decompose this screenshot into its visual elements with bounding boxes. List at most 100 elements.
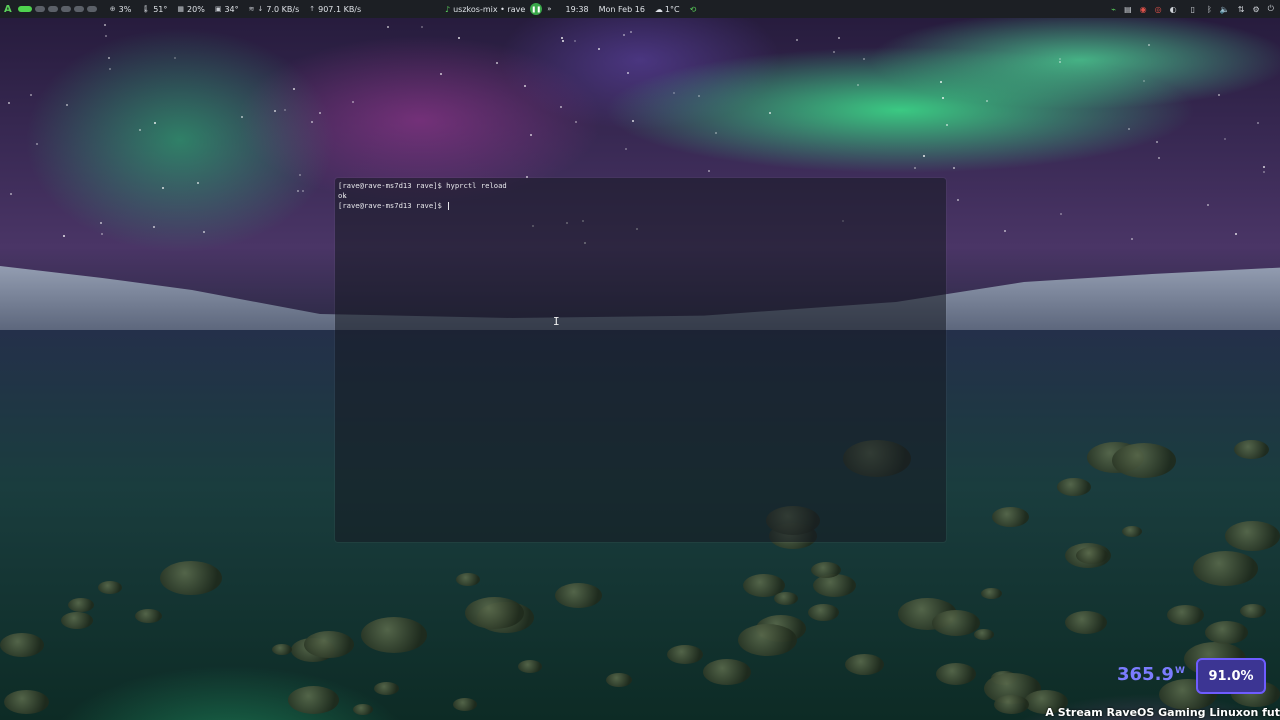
star <box>302 190 304 192</box>
gpu-temperature[interactable]: ▣ 34° <box>215 5 239 14</box>
star <box>105 35 107 37</box>
power-readout: 365.9W <box>1117 664 1185 685</box>
workspace-3[interactable] <box>47 6 58 12</box>
cpu-temp-value: 51° <box>153 4 168 14</box>
network-icon[interactable]: ⇅ <box>1238 5 1245 14</box>
power-icon[interactable]: ⏻ <box>1268 4 1274 14</box>
mouse-ibeam-cursor: I <box>553 315 560 328</box>
star <box>940 81 942 83</box>
settings-icon[interactable]: ⚙ <box>1253 5 1260 14</box>
memory-value: 20% <box>187 4 205 14</box>
rock <box>61 612 93 629</box>
star <box>8 102 10 104</box>
clipboard-icon[interactable]: ▯ <box>1191 5 1195 14</box>
star <box>1158 157 1160 159</box>
workspace-6[interactable] <box>86 6 97 12</box>
memory-usage[interactable]: ▦ 20% <box>177 5 204 14</box>
clock-date[interactable]: Mon Feb 16 <box>599 5 645 14</box>
star <box>496 62 498 64</box>
percent-badge: 91.0% <box>1196 658 1266 694</box>
star <box>1060 213 1062 215</box>
topbar-center: ♪ uszkos-mix • rave ❚❚ » 19:38 Mon Feb 1… <box>445 0 696 18</box>
star <box>598 48 600 50</box>
star <box>627 72 629 74</box>
star <box>630 31 632 33</box>
tray-window-icon[interactable]: ▤ <box>1124 5 1132 14</box>
star <box>857 84 859 86</box>
star <box>293 88 295 90</box>
rock <box>1205 621 1248 644</box>
system-tray: ⌁ ▤ ◉ ◎ ◐ ▯ ᛒ 🔈 ⇅ ⚙ ⏻ <box>1103 0 1274 18</box>
rock <box>1057 478 1091 496</box>
terminal-prompt[interactable]: [rave@rave-ms7d13 rave]$ <box>338 201 943 211</box>
star <box>10 193 12 195</box>
workspace-5[interactable] <box>73 6 84 12</box>
network-upload[interactable]: ↑ 907.1 KB/s <box>309 5 361 14</box>
rock <box>974 629 994 640</box>
bluetooth-icon[interactable]: ᛒ <box>1207 5 1212 14</box>
terminal-window[interactable]: [rave@rave-ms7d13 rave]$ hyprctl reload … <box>335 178 946 542</box>
rock <box>994 695 1029 714</box>
rock <box>1234 440 1269 459</box>
star <box>30 94 32 96</box>
prompt-text: [rave@rave-ms7d13 rave]$ <box>338 201 447 210</box>
star <box>574 40 576 42</box>
media-title[interactable]: uszkos-mix • rave <box>453 5 525 14</box>
rock <box>808 604 839 621</box>
star <box>109 68 111 70</box>
rock <box>272 644 292 655</box>
star <box>139 129 141 131</box>
temperature-icon: 🌡 <box>141 5 151 13</box>
cpu-value: 3% <box>118 4 132 14</box>
star <box>833 51 835 53</box>
logo-icon[interactable]: A <box>4 4 12 15</box>
star <box>162 187 164 189</box>
rock <box>374 682 399 695</box>
notification-icon[interactable]: ⟲ <box>690 5 697 14</box>
workspace-1[interactable] <box>17 6 32 12</box>
star <box>942 97 944 99</box>
star <box>946 124 948 126</box>
volume-icon[interactable]: 🔈 <box>1220 5 1230 14</box>
star <box>561 37 563 39</box>
star <box>104 24 106 26</box>
weather-value[interactable]: 1°C <box>665 5 680 14</box>
workspace-2[interactable] <box>34 6 45 12</box>
star <box>914 167 916 169</box>
clock-time[interactable]: 19:38 <box>566 5 589 14</box>
rock <box>456 573 480 586</box>
cpu-usage[interactable]: ⊕ 3% <box>110 5 132 14</box>
cpu-temperature[interactable]: 🌡 51° <box>141 5 167 14</box>
star <box>986 100 988 102</box>
star <box>1156 141 1158 143</box>
play-icon[interactable]: ❚❚ <box>530 3 543 15</box>
download-icon: ↓ <box>257 5 264 13</box>
star <box>957 199 959 201</box>
star <box>1131 238 1133 240</box>
star <box>715 132 717 134</box>
tray-browser-icon[interactable]: ◎ <box>1155 5 1162 14</box>
rock <box>288 686 339 714</box>
tray-app-icon[interactable]: ⌁ <box>1111 5 1116 14</box>
tray-discord-icon[interactable]: ◉ <box>1140 5 1147 14</box>
percent-value: 91.0% <box>1208 668 1254 684</box>
star <box>562 40 564 42</box>
star <box>796 39 798 41</box>
net-down-value: 7.0 KB/s <box>266 4 300 14</box>
rock <box>361 617 427 653</box>
tray-steam-icon[interactable]: ◐ <box>1170 5 1177 14</box>
rock <box>738 624 797 656</box>
workspace-4[interactable] <box>60 6 71 12</box>
gpu-icon: ▣ <box>214 5 222 13</box>
terminal-line: ok <box>338 191 347 200</box>
network-download[interactable]: ≋ ↓ 7.0 KB/s <box>249 5 300 14</box>
rock <box>1076 547 1108 564</box>
rock <box>1065 611 1107 634</box>
rock <box>1193 551 1258 586</box>
star <box>100 222 102 224</box>
star <box>1263 171 1265 173</box>
star <box>352 101 354 103</box>
star <box>1235 233 1237 235</box>
star <box>575 121 577 123</box>
next-icon[interactable]: » <box>547 5 551 13</box>
